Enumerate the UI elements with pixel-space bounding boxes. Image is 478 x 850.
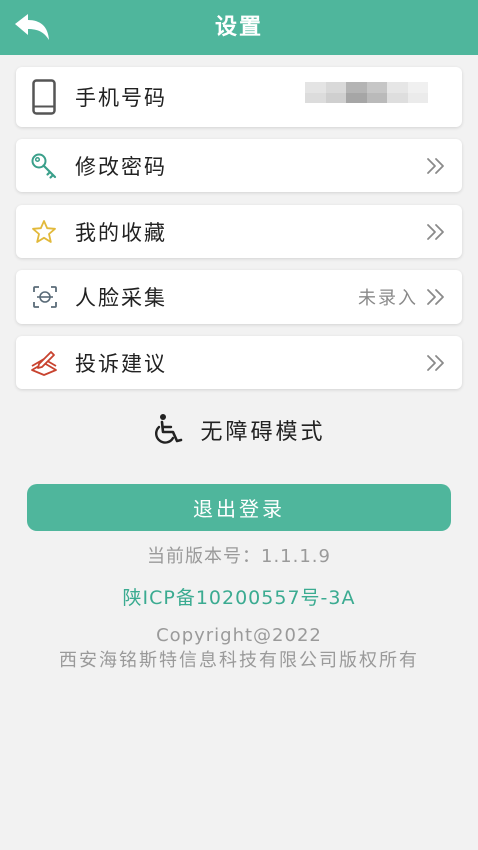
back-arrow-icon [15, 14, 49, 40]
menu-item-label: 修改密码 [75, 154, 167, 179]
star-icon [31, 219, 57, 245]
menu-item-complaint[interactable]: 投诉建议 [16, 336, 462, 389]
menu-item-label: 手机号码 [75, 86, 167, 110]
complaint-icon [29, 350, 59, 376]
back-button[interactable] [13, 13, 51, 43]
menu-item-phone[interactable]: 手机号码 [16, 67, 462, 127]
double-chevron-right-icon [426, 288, 446, 306]
face-scan-icon [32, 285, 58, 309]
logout-button[interactable]: 退出登录 [27, 484, 451, 531]
key-icon [30, 152, 58, 180]
menu-item-label: 投诉建议 [75, 351, 167, 376]
icp-link[interactable]: 陕ICP备10200557号-3A [0, 586, 478, 610]
double-chevron-right-icon [426, 223, 446, 241]
wheelchair-icon[interactable] [152, 413, 186, 447]
page-title: 设置 [214, 15, 263, 40]
menu-item-face-capture[interactable]: 人脸采集 未录入 [16, 270, 462, 324]
version-text: 当前版本号：1.1.1.9 [147, 546, 331, 567]
menu-item-label: 人脸采集 [75, 286, 167, 310]
face-capture-status: 未录入 [358, 288, 418, 309]
double-chevron-right-icon [426, 354, 446, 372]
accessibility-mode-label: 无障碍模式 [200, 420, 326, 445]
double-chevron-right-icon [426, 157, 446, 175]
menu-item-change-password[interactable]: 修改密码 [16, 139, 462, 192]
menu-item-label: 我的收藏 [75, 220, 167, 245]
masked-phone-number [305, 82, 428, 103]
header-bar: 设置 [0, 0, 478, 55]
menu-item-favorites[interactable]: 我的收藏 [16, 205, 462, 258]
company-text: 西安海铭斯特信息科技有限公司版权所有 [59, 650, 419, 671]
accessibility-mode-toggle[interactable]: 无障碍模式 [0, 413, 478, 447]
phone-icon [32, 79, 56, 115]
copyright-text: Copyright@2022 [156, 625, 322, 646]
